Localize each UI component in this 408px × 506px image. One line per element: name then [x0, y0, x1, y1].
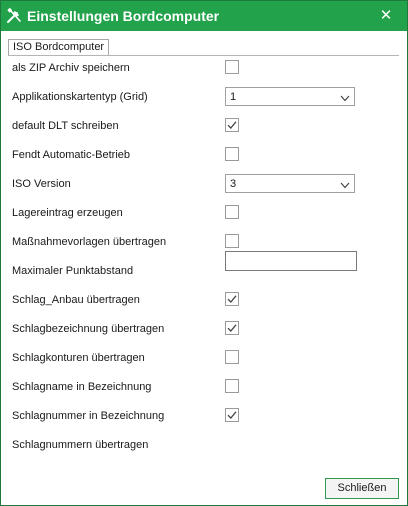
dropdown-value: 1 [230, 91, 237, 103]
setting-checkbox[interactable] [225, 292, 239, 306]
setting-dropdown[interactable]: 1 [225, 87, 355, 106]
title-bar[interactable]: Einstellungen Bordcomputer ✕ [1, 1, 407, 31]
setting-label: Fendt Automatic-Betrieb [12, 149, 131, 161]
setting-checkbox[interactable] [225, 118, 239, 132]
setting-checkbox[interactable] [225, 321, 239, 335]
close-button[interactable]: Schließen [325, 478, 399, 499]
setting-dropdown[interactable]: 3 [225, 174, 355, 193]
setting-checkbox[interactable] [225, 408, 239, 422]
setting-label: Maßnahmevorlagen übertragen [12, 236, 167, 248]
tab-divider [8, 55, 399, 56]
chevron-down-icon [340, 180, 350, 189]
setting-label: Schlag_Anbau übertragen [12, 294, 140, 306]
setting-label: Schlagname in Bezeichnung [12, 381, 152, 393]
tab-iso-bordcomputer[interactable]: ISO Bordcomputer [8, 39, 110, 55]
setting-checkbox[interactable] [225, 205, 239, 219]
setting-label: Schlagbezeichnung übertragen [12, 323, 165, 335]
setting-checkbox[interactable] [225, 60, 239, 74]
setting-label: Schlagnummern übertragen [12, 439, 149, 451]
settings-tools-icon [6, 7, 23, 24]
setting-checkbox[interactable] [225, 379, 239, 393]
setting-label: Applikationskartentyp (Grid) [12, 91, 148, 103]
setting-checkbox[interactable] [225, 234, 239, 248]
setting-label: Schlagkonturen übertragen [12, 352, 145, 364]
setting-label: als ZIP Archiv speichern [12, 62, 130, 74]
chevron-down-icon [340, 93, 350, 102]
dropdown-value: 3 [230, 178, 237, 190]
setting-text-input[interactable] [225, 251, 357, 271]
setting-label: default DLT schreiben [12, 120, 119, 132]
setting-label: ISO Version [12, 178, 71, 190]
setting-checkbox[interactable] [225, 350, 239, 364]
setting-checkbox[interactable] [225, 147, 239, 161]
settings-dialog: Einstellungen Bordcomputer ✕ ISO Bordcom… [0, 0, 408, 506]
setting-label: Maximaler Punktabstand [12, 265, 134, 277]
setting-label: Lagereintrag erzeugen [12, 207, 123, 219]
window-title: Einstellungen Bordcomputer [27, 8, 220, 24]
setting-label: Schlagnummer in Bezeichnung [12, 410, 165, 422]
close-icon[interactable]: ✕ [375, 6, 397, 26]
